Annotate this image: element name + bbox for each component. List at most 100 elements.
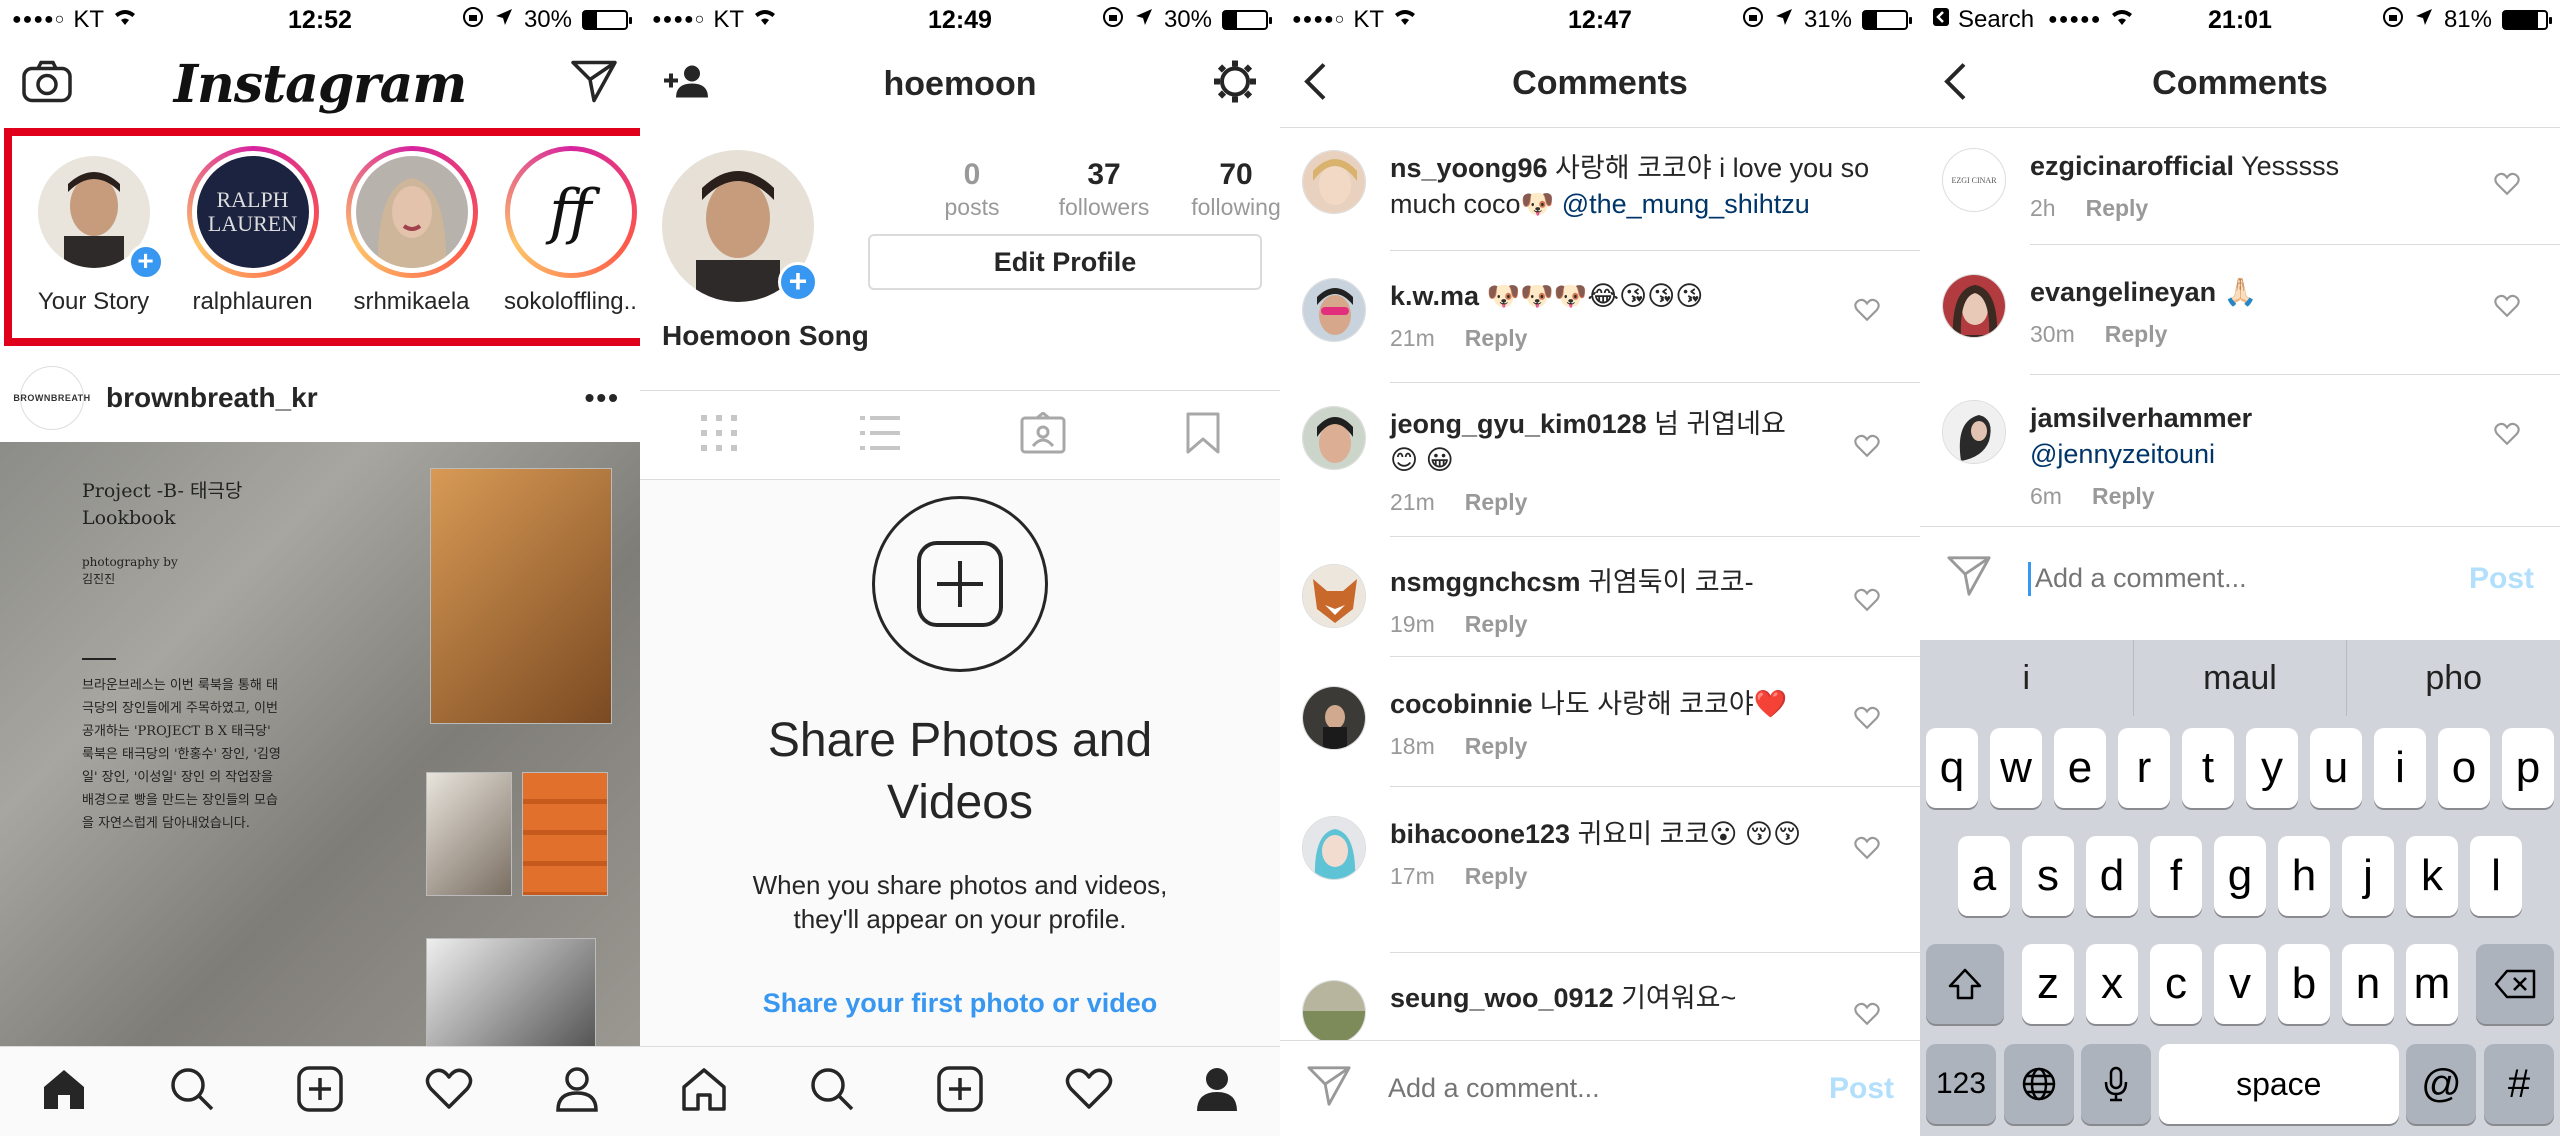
like-heart-icon[interactable] [1854, 706, 1880, 735]
globe-key[interactable] [2003, 1044, 2074, 1124]
like-heart-icon[interactable] [1854, 1002, 1880, 1031]
like-heart-icon[interactable] [1854, 298, 1880, 327]
comment-username[interactable]: evangelineyan [2030, 277, 2216, 307]
key-j[interactable]: j [2342, 836, 2394, 916]
key-a[interactable]: a [1958, 836, 2010, 916]
send-direct-icon[interactable] [1306, 1064, 1352, 1113]
share-first-photo-link[interactable]: Share your first photo or video [640, 988, 1280, 1019]
comment-username[interactable]: ezgicinarofficial [2030, 151, 2234, 181]
comment-mention[interactable]: @jennyzeitouni [2030, 439, 2215, 469]
story-sokoloffling[interactable]: ff sokoloffling.. [497, 146, 640, 316]
add-profile-photo-icon[interactable]: + [778, 262, 818, 302]
reply-button[interactable]: Reply [2092, 483, 2155, 509]
more-options-icon[interactable]: ••• [585, 382, 620, 414]
commenter-avatar[interactable] [1302, 278, 1366, 342]
key-i[interactable]: i [2374, 728, 2426, 808]
list-view-icon[interactable] [858, 413, 902, 458]
comment-mention[interactable]: @the_mung_shihtzu [1562, 189, 1810, 219]
commenter-avatar[interactable] [1302, 150, 1366, 214]
back-chevron-icon[interactable] [1942, 61, 1968, 106]
key-r[interactable]: r [2118, 728, 2170, 808]
commenter-avatar[interactable]: EZGI CINAR [1942, 148, 2006, 212]
comment-username[interactable]: ns_yoong96 [1390, 153, 1548, 183]
key-s[interactable]: s [2022, 836, 2074, 916]
back-chevron-icon[interactable] [1302, 61, 1328, 106]
tagged-photos-icon[interactable] [1020, 410, 1066, 459]
key-e[interactable]: e [2054, 728, 2106, 808]
back-to-app-label[interactable]: Search [1958, 6, 2034, 34]
commenter-avatar[interactable] [1302, 686, 1366, 750]
key-w[interactable]: w [1990, 728, 2042, 808]
new-post-icon[interactable] [297, 1066, 343, 1117]
activity-heart-icon[interactable] [425, 1067, 473, 1116]
commenter-avatar[interactable] [1302, 564, 1366, 628]
search-icon[interactable] [169, 1066, 215, 1117]
comment-username[interactable]: jamsilverhammer [2030, 403, 2252, 433]
commenter-avatar[interactable] [1942, 400, 2006, 464]
key-u[interactable]: u [2310, 728, 2362, 808]
key-y[interactable]: y [2246, 728, 2298, 808]
like-heart-icon[interactable] [1854, 588, 1880, 617]
like-heart-icon[interactable] [2494, 172, 2520, 201]
space-key[interactable]: space [2158, 1044, 2399, 1124]
edit-profile-button[interactable]: Edit Profile [868, 234, 1262, 290]
post-image[interactable]: Project -B- 태극당 Lookbook photography by … [0, 442, 640, 1046]
suggestion-1[interactable]: i [1920, 640, 2134, 716]
comment-username[interactable]: jeong_gyu_kim0128 [1390, 409, 1647, 439]
like-heart-icon[interactable] [1854, 836, 1880, 865]
reply-button[interactable]: Reply [1465, 489, 1528, 515]
story-ralphlauren[interactable]: RALPH LAUREN ralphlauren [179, 146, 326, 316]
like-heart-icon[interactable] [2494, 294, 2520, 323]
profile-icon[interactable] [555, 1066, 599, 1117]
commenter-avatar[interactable] [1942, 274, 2006, 338]
comment-username[interactable]: nsmggnchcsm [1390, 567, 1581, 597]
key-c[interactable]: c [2150, 944, 2202, 1024]
comment-username[interactable]: k.w.ma [1390, 281, 1479, 311]
stat-followers[interactable]: 37 followers [1038, 158, 1170, 221]
back-to-app-icon[interactable] [1932, 6, 1950, 34]
story-your-story[interactable]: + Your Story [20, 146, 167, 316]
key-z[interactable]: z [2022, 944, 2074, 1024]
comment-input[interactable] [1388, 1073, 1829, 1104]
share-plus-icon[interactable] [872, 496, 1048, 672]
key-k[interactable]: k [2406, 836, 2458, 916]
stat-posts[interactable]: 0 posts [906, 158, 1038, 221]
camera-icon[interactable] [22, 60, 72, 108]
comment-username[interactable]: bihacoone123 [1390, 819, 1570, 849]
suggestion-3[interactable]: pho [2347, 640, 2560, 716]
commenter-avatar[interactable] [1302, 406, 1366, 470]
comment-input[interactable] [2035, 563, 2469, 594]
send-direct-icon[interactable] [1946, 554, 1992, 603]
saved-bookmark-icon[interactable] [1185, 411, 1221, 460]
post-button[interactable]: Post [2469, 562, 2534, 596]
key-n[interactable]: n [2342, 944, 2394, 1024]
key-l[interactable]: l [2470, 836, 2522, 916]
activity-heart-icon[interactable] [1065, 1067, 1113, 1116]
search-icon[interactable] [809, 1066, 855, 1117]
reply-button[interactable]: Reply [1465, 325, 1528, 351]
settings-gear-icon[interactable] [1212, 59, 1258, 110]
key-v[interactable]: v [2214, 944, 2266, 1024]
delete-key[interactable] [2476, 944, 2554, 1024]
reply-button[interactable]: Reply [1465, 733, 1528, 759]
at-key[interactable]: @ [2406, 1044, 2477, 1124]
home-icon[interactable] [41, 1067, 87, 1116]
story-srhmikaela[interactable]: srhmikaela [338, 146, 485, 316]
key-p[interactable]: p [2502, 728, 2554, 808]
like-heart-icon[interactable] [1854, 434, 1880, 463]
suggestion-2[interactable]: maul [2134, 640, 2348, 716]
home-icon[interactable] [681, 1067, 727, 1116]
commenter-avatar[interactable] [1302, 816, 1366, 880]
key-d[interactable]: d [2086, 836, 2138, 916]
shift-key[interactable] [1926, 944, 2004, 1024]
key-b[interactable]: b [2278, 944, 2330, 1024]
reply-button[interactable]: Reply [1465, 863, 1528, 889]
comment-username[interactable]: seung_woo_0912 [1390, 983, 1614, 1013]
numbers-key[interactable]: 123 [1926, 1044, 1996, 1124]
key-x[interactable]: x [2086, 944, 2138, 1024]
reply-button[interactable]: Reply [1465, 611, 1528, 637]
new-post-icon[interactable] [937, 1066, 983, 1117]
add-story-plus-icon[interactable]: + [127, 244, 164, 280]
dictation-key[interactable] [2081, 1044, 2152, 1124]
add-person-icon[interactable] [662, 64, 712, 105]
